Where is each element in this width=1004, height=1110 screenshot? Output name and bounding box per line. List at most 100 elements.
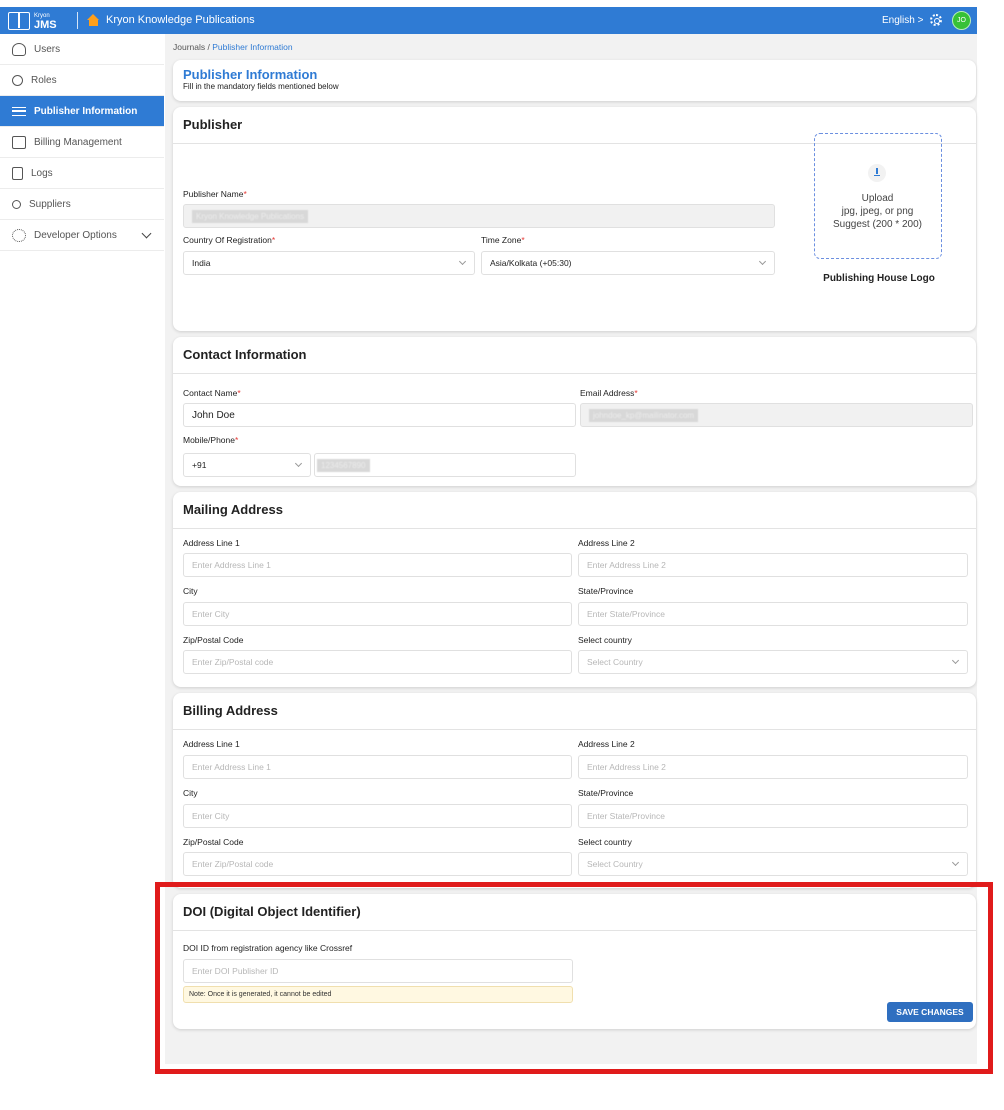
doi-section-title: DOI (Digital Object Identifier)	[183, 904, 361, 919]
sidebar-item-label: Developer Options	[34, 229, 117, 241]
mailing-city-label: City	[183, 586, 198, 596]
billing-city-input[interactable]: Enter City	[183, 804, 572, 828]
sidebar-item-billing-management[interactable]: Billing Management	[0, 127, 164, 158]
chevron-down-icon	[951, 656, 960, 665]
chevron-down-icon	[294, 459, 303, 468]
contact-name-label: Contact Name*	[183, 388, 241, 398]
mailing-section-title: Mailing Address	[183, 502, 283, 517]
mailing-line1-label: Address Line 1	[183, 538, 240, 548]
contact-section-title: Contact Information	[183, 347, 307, 362]
upload-formats: jpg, jpeg, or png	[841, 206, 914, 217]
developer-gear-icon	[12, 228, 26, 242]
contact-name-input[interactable]: John Doe	[183, 403, 576, 427]
breadcrumb-journals[interactable]: Journals	[173, 42, 205, 52]
mailing-state-label: State/Province	[578, 586, 634, 596]
language-selector[interactable]: English >	[882, 15, 923, 26]
book-logo-icon	[8, 11, 30, 30]
phone-country-code-select[interactable]: +91	[183, 453, 311, 477]
mailing-city-input[interactable]: Enter City	[183, 602, 572, 626]
section-divider	[173, 373, 976, 374]
doi-card: DOI (Digital Object Identifier) DOI ID f…	[173, 894, 976, 1029]
chevron-down-icon	[758, 257, 767, 266]
billing-address-card: Billing Address Address Line 1 Enter Add…	[173, 693, 976, 888]
role-icon	[12, 74, 23, 86]
upload-icon	[868, 164, 886, 182]
sidebar-item-label: Users	[34, 43, 61, 55]
sidebar-item-publisher-information[interactable]: Publisher Information	[0, 96, 164, 127]
mailing-country-select[interactable]: Select Country	[578, 650, 968, 674]
logo-upload-dropzone[interactable]: Upload jpg, jpeg, or png Suggest (200 * …	[814, 133, 942, 259]
mailing-line1-input[interactable]: Enter Address Line 1	[183, 553, 572, 577]
page-subtitle: Fill in the mandatory fields mentioned b…	[183, 82, 339, 91]
section-divider	[173, 930, 976, 931]
contact-card: Contact Information Contact Name* John D…	[173, 337, 976, 486]
user-avatar[interactable]: JO	[952, 11, 971, 30]
upload-size-hint: Suggest (200 * 200)	[833, 219, 922, 230]
time-zone-select[interactable]: Asia/Kolkata (+05:30)	[481, 251, 775, 275]
publisher-card: Publisher Publisher Name* Kryon Knowledg…	[173, 107, 976, 331]
billing-line2-label: Address Line 2	[578, 739, 635, 749]
billing-zip-label: Zip/Postal Code	[183, 837, 244, 847]
sidebar-item-users[interactable]: Users	[0, 34, 164, 65]
billing-country-label: Select country	[578, 837, 632, 847]
billing-zip-input[interactable]: Enter Zip/Postal code	[183, 852, 572, 876]
sidebar-item-suppliers[interactable]: Suppliers	[0, 189, 164, 220]
home-icon[interactable]	[87, 14, 100, 26]
mailing-address-card: Mailing Address Address Line 1 Enter Add…	[173, 492, 976, 687]
settings-gear-icon[interactable]	[930, 14, 942, 26]
logo-caption: Publishing House Logo	[823, 273, 935, 284]
sidebar-item-label: Roles	[31, 74, 57, 86]
doi-id-label: DOI ID from registration agency like Cro…	[183, 943, 353, 953]
top-divider	[77, 12, 78, 29]
doi-note: Note: Once it is generated, it cannot be…	[183, 986, 573, 1003]
time-zone-label: Time Zone*	[481, 235, 525, 245]
app-logo[interactable]: Kryon JMS	[8, 10, 57, 31]
logo-big-text: JMS	[34, 18, 57, 31]
chevron-down-icon[interactable]	[141, 228, 152, 239]
billing-state-label: State/Province	[578, 788, 634, 798]
billing-icon	[12, 135, 26, 149]
sidebar-item-developer-options[interactable]: Developer Options	[0, 220, 164, 251]
main-content: Journals / Publisher Information Publish…	[165, 34, 977, 1064]
breadcrumb-separator: /	[207, 42, 210, 52]
email-address-label: Email Address*	[580, 388, 638, 398]
country-of-registration-select[interactable]: India	[183, 251, 475, 275]
billing-state-input[interactable]: Enter State/Province	[578, 804, 968, 828]
billing-section-title: Billing Address	[183, 703, 278, 718]
billing-line1-input[interactable]: Enter Address Line 1	[183, 755, 572, 779]
phone-number-input[interactable]: 1234567890	[314, 453, 576, 477]
sidebar-item-label: Suppliers	[29, 198, 71, 210]
billing-line1-label: Address Line 1	[183, 739, 240, 749]
publisher-name-label: Publisher Name*	[183, 189, 247, 199]
sidebar-item-label: Billing Management	[34, 136, 122, 148]
mailing-state-input[interactable]: Enter State/Province	[578, 602, 968, 626]
publisher-name-input: Kryon Knowledge Publications	[183, 204, 775, 228]
mailing-country-label: Select country	[578, 635, 632, 645]
mailing-line2-input[interactable]: Enter Address Line 2	[578, 553, 968, 577]
sidebar-item-roles[interactable]: Roles	[0, 65, 164, 96]
country-of-registration-label: Country Of Registration*	[183, 235, 276, 245]
page-title: Publisher Information	[183, 67, 318, 82]
logs-icon	[12, 166, 23, 180]
sidebar-item-logs[interactable]: Logs	[0, 158, 164, 189]
breadcrumb: Journals / Publisher Information	[173, 42, 293, 52]
mailing-line2-label: Address Line 2	[578, 538, 635, 548]
sidebar-item-label: Logs	[31, 167, 53, 179]
mailing-zip-label: Zip/Postal Code	[183, 635, 244, 645]
email-address-input: johndoe_kp@mailinator.com	[580, 403, 973, 427]
upload-label: Upload	[861, 193, 894, 204]
doi-id-input[interactable]: Enter DOI Publisher ID	[183, 959, 573, 983]
mailing-zip-input[interactable]: Enter Zip/Postal code	[183, 650, 572, 674]
section-divider	[173, 729, 976, 730]
sliders-icon	[12, 106, 26, 116]
billing-country-select[interactable]: Select Country	[578, 852, 968, 876]
sidebar: Users Roles Publisher Information Billin…	[0, 34, 164, 251]
mobile-phone-label: Mobile/Phone*	[183, 435, 239, 445]
app-title: Kryon Knowledge Publications	[106, 14, 255, 26]
save-changes-button[interactable]: SAVE CHANGES	[887, 1002, 973, 1022]
billing-line2-input[interactable]: Enter Address Line 2	[578, 755, 968, 779]
chevron-down-icon	[951, 858, 960, 867]
section-divider	[173, 528, 976, 529]
publisher-section-title: Publisher	[183, 117, 243, 132]
user-icon	[12, 42, 26, 56]
